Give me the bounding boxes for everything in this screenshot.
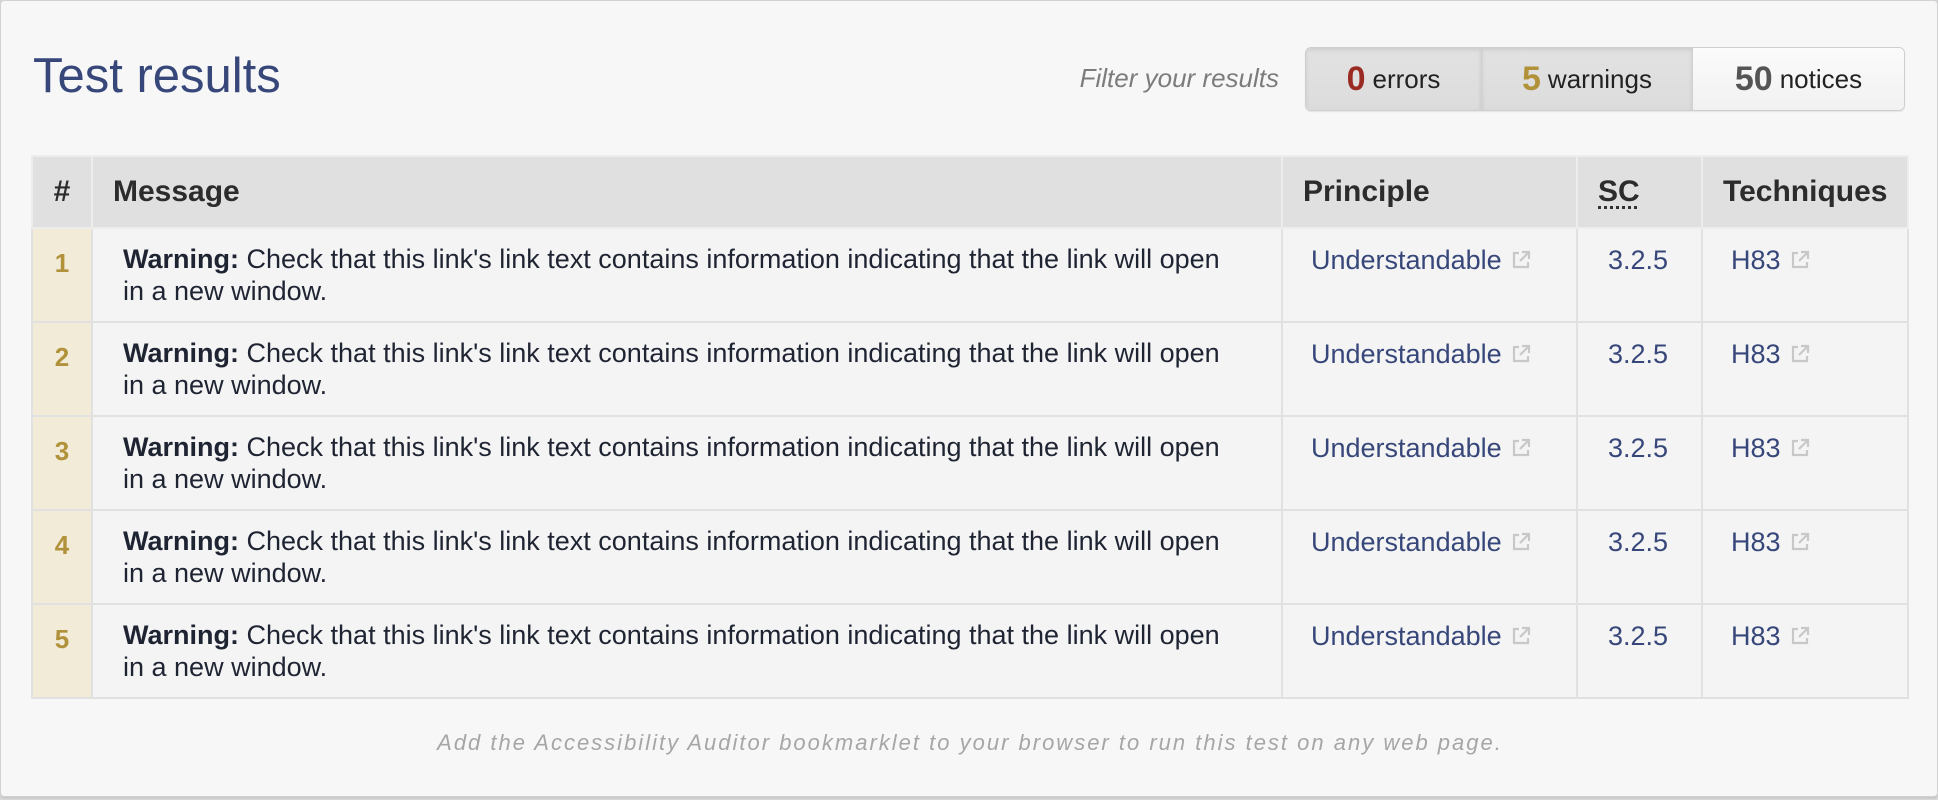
row-principle: Understandable: [1281, 509, 1578, 605]
row-principle: Understandable: [1281, 321, 1578, 417]
principle-link[interactable]: Understandable: [1311, 621, 1502, 651]
filter-errors-button[interactable]: 0 errors: [1306, 48, 1482, 110]
row-sc: 3.2.5: [1576, 603, 1703, 699]
message-type: Warning:: [123, 526, 239, 556]
warnings-label: warnings: [1547, 63, 1652, 94]
row-sc: 3.2.5: [1576, 509, 1703, 605]
principle-link[interactable]: Understandable: [1311, 433, 1502, 463]
sc-abbreviation[interactable]: SC: [1598, 175, 1640, 208]
warnings-count: 5: [1522, 59, 1541, 98]
results-table: # Message Principle SC Techniques 1 Warn…: [31, 155, 1909, 699]
table-row: 1 Warning: Check that this link's link t…: [31, 227, 1909, 323]
row-number: 2: [31, 321, 93, 417]
principle-link[interactable]: Understandable: [1311, 245, 1502, 275]
technique-link[interactable]: H83: [1731, 527, 1781, 557]
message-text: Check that this link's link text contain…: [123, 244, 1220, 306]
filter-button-group: 0 errors 5 warnings 50 notices: [1305, 47, 1905, 111]
header-sc: SC: [1576, 155, 1703, 229]
row-technique: H83: [1701, 415, 1909, 511]
results-panel: Test results Filter your results 0 error…: [0, 0, 1938, 797]
row-technique: H83: [1701, 603, 1909, 699]
errors-count: 0: [1346, 59, 1366, 98]
table-header-row: # Message Principle SC Techniques: [31, 155, 1909, 229]
external-link-icon: [1789, 531, 1811, 558]
sc-link[interactable]: 3.2.5: [1608, 245, 1668, 275]
message-text: Check that this link's link text contain…: [123, 526, 1220, 588]
header-principle: Principle: [1281, 155, 1578, 229]
row-message: Warning: Check that this link's link tex…: [91, 603, 1283, 699]
footer-note: Add the Accessibility Auditor bookmarkle…: [437, 730, 1503, 755]
row-message: Warning: Check that this link's link tex…: [91, 415, 1283, 511]
row-technique: H83: [1701, 227, 1909, 323]
notices-count: 50: [1734, 59, 1773, 98]
errors-label: errors: [1372, 63, 1441, 94]
row-number: 3: [31, 415, 93, 511]
technique-link[interactable]: H83: [1731, 621, 1781, 651]
row-principle: Understandable: [1281, 603, 1578, 699]
external-link-icon: [1510, 343, 1532, 370]
sc-link[interactable]: 3.2.5: [1608, 527, 1668, 557]
table-row: 2 Warning: Check that this link's link t…: [31, 321, 1909, 417]
technique-link[interactable]: H83: [1731, 433, 1781, 463]
external-link-icon: [1789, 343, 1811, 370]
header-techniques: Techniques: [1701, 155, 1909, 229]
external-link-icon: [1789, 437, 1811, 464]
filter-notices-button[interactable]: 50 notices: [1693, 48, 1904, 110]
sc-link[interactable]: 3.2.5: [1608, 621, 1668, 651]
external-link-icon: [1510, 625, 1532, 652]
row-principle: Understandable: [1281, 227, 1578, 323]
row-sc: 3.2.5: [1576, 321, 1703, 417]
filter-warnings-button[interactable]: 5 warnings: [1482, 48, 1693, 110]
row-message: Warning: Check that this link's link tex…: [91, 509, 1283, 605]
principle-link[interactable]: Understandable: [1311, 527, 1502, 557]
row-number: 4: [31, 509, 93, 605]
row-sc: 3.2.5: [1576, 227, 1703, 323]
row-technique: H83: [1701, 509, 1909, 605]
sc-link[interactable]: 3.2.5: [1608, 433, 1668, 463]
message-text: Check that this link's link text contain…: [123, 620, 1220, 682]
technique-link[interactable]: H83: [1731, 245, 1781, 275]
header-number: #: [31, 155, 93, 229]
message-text: Check that this link's link text contain…: [123, 338, 1220, 400]
message-type: Warning:: [123, 244, 239, 274]
row-sc: 3.2.5: [1576, 415, 1703, 511]
row-number: 1: [31, 227, 93, 323]
row-message: Warning: Check that this link's link tex…: [91, 321, 1283, 417]
sc-link[interactable]: 3.2.5: [1608, 339, 1668, 369]
message-text: Check that this link's link text contain…: [123, 432, 1220, 494]
external-link-icon: [1789, 249, 1811, 276]
table-row: 5 Warning: Check that this link's link t…: [31, 603, 1909, 699]
message-type: Warning:: [123, 432, 239, 462]
page-title: Test results: [33, 49, 281, 103]
table-row: 3 Warning: Check that this link's link t…: [31, 415, 1909, 511]
message-type: Warning:: [123, 338, 239, 368]
external-link-icon: [1510, 531, 1532, 558]
principle-link[interactable]: Understandable: [1311, 339, 1502, 369]
external-link-icon: [1510, 437, 1532, 464]
external-link-icon: [1789, 625, 1811, 652]
table-row: 4 Warning: Check that this link's link t…: [31, 509, 1909, 605]
notices-label: notices: [1779, 63, 1863, 94]
row-message: Warning: Check that this link's link tex…: [91, 227, 1283, 323]
message-type: Warning:: [123, 620, 239, 650]
header-message: Message: [91, 155, 1283, 229]
row-technique: H83: [1701, 321, 1909, 417]
external-link-icon: [1510, 249, 1532, 276]
row-number: 5: [31, 603, 93, 699]
filter-label: Filter your results: [1079, 63, 1279, 93]
technique-link[interactable]: H83: [1731, 339, 1781, 369]
row-principle: Understandable: [1281, 415, 1578, 511]
